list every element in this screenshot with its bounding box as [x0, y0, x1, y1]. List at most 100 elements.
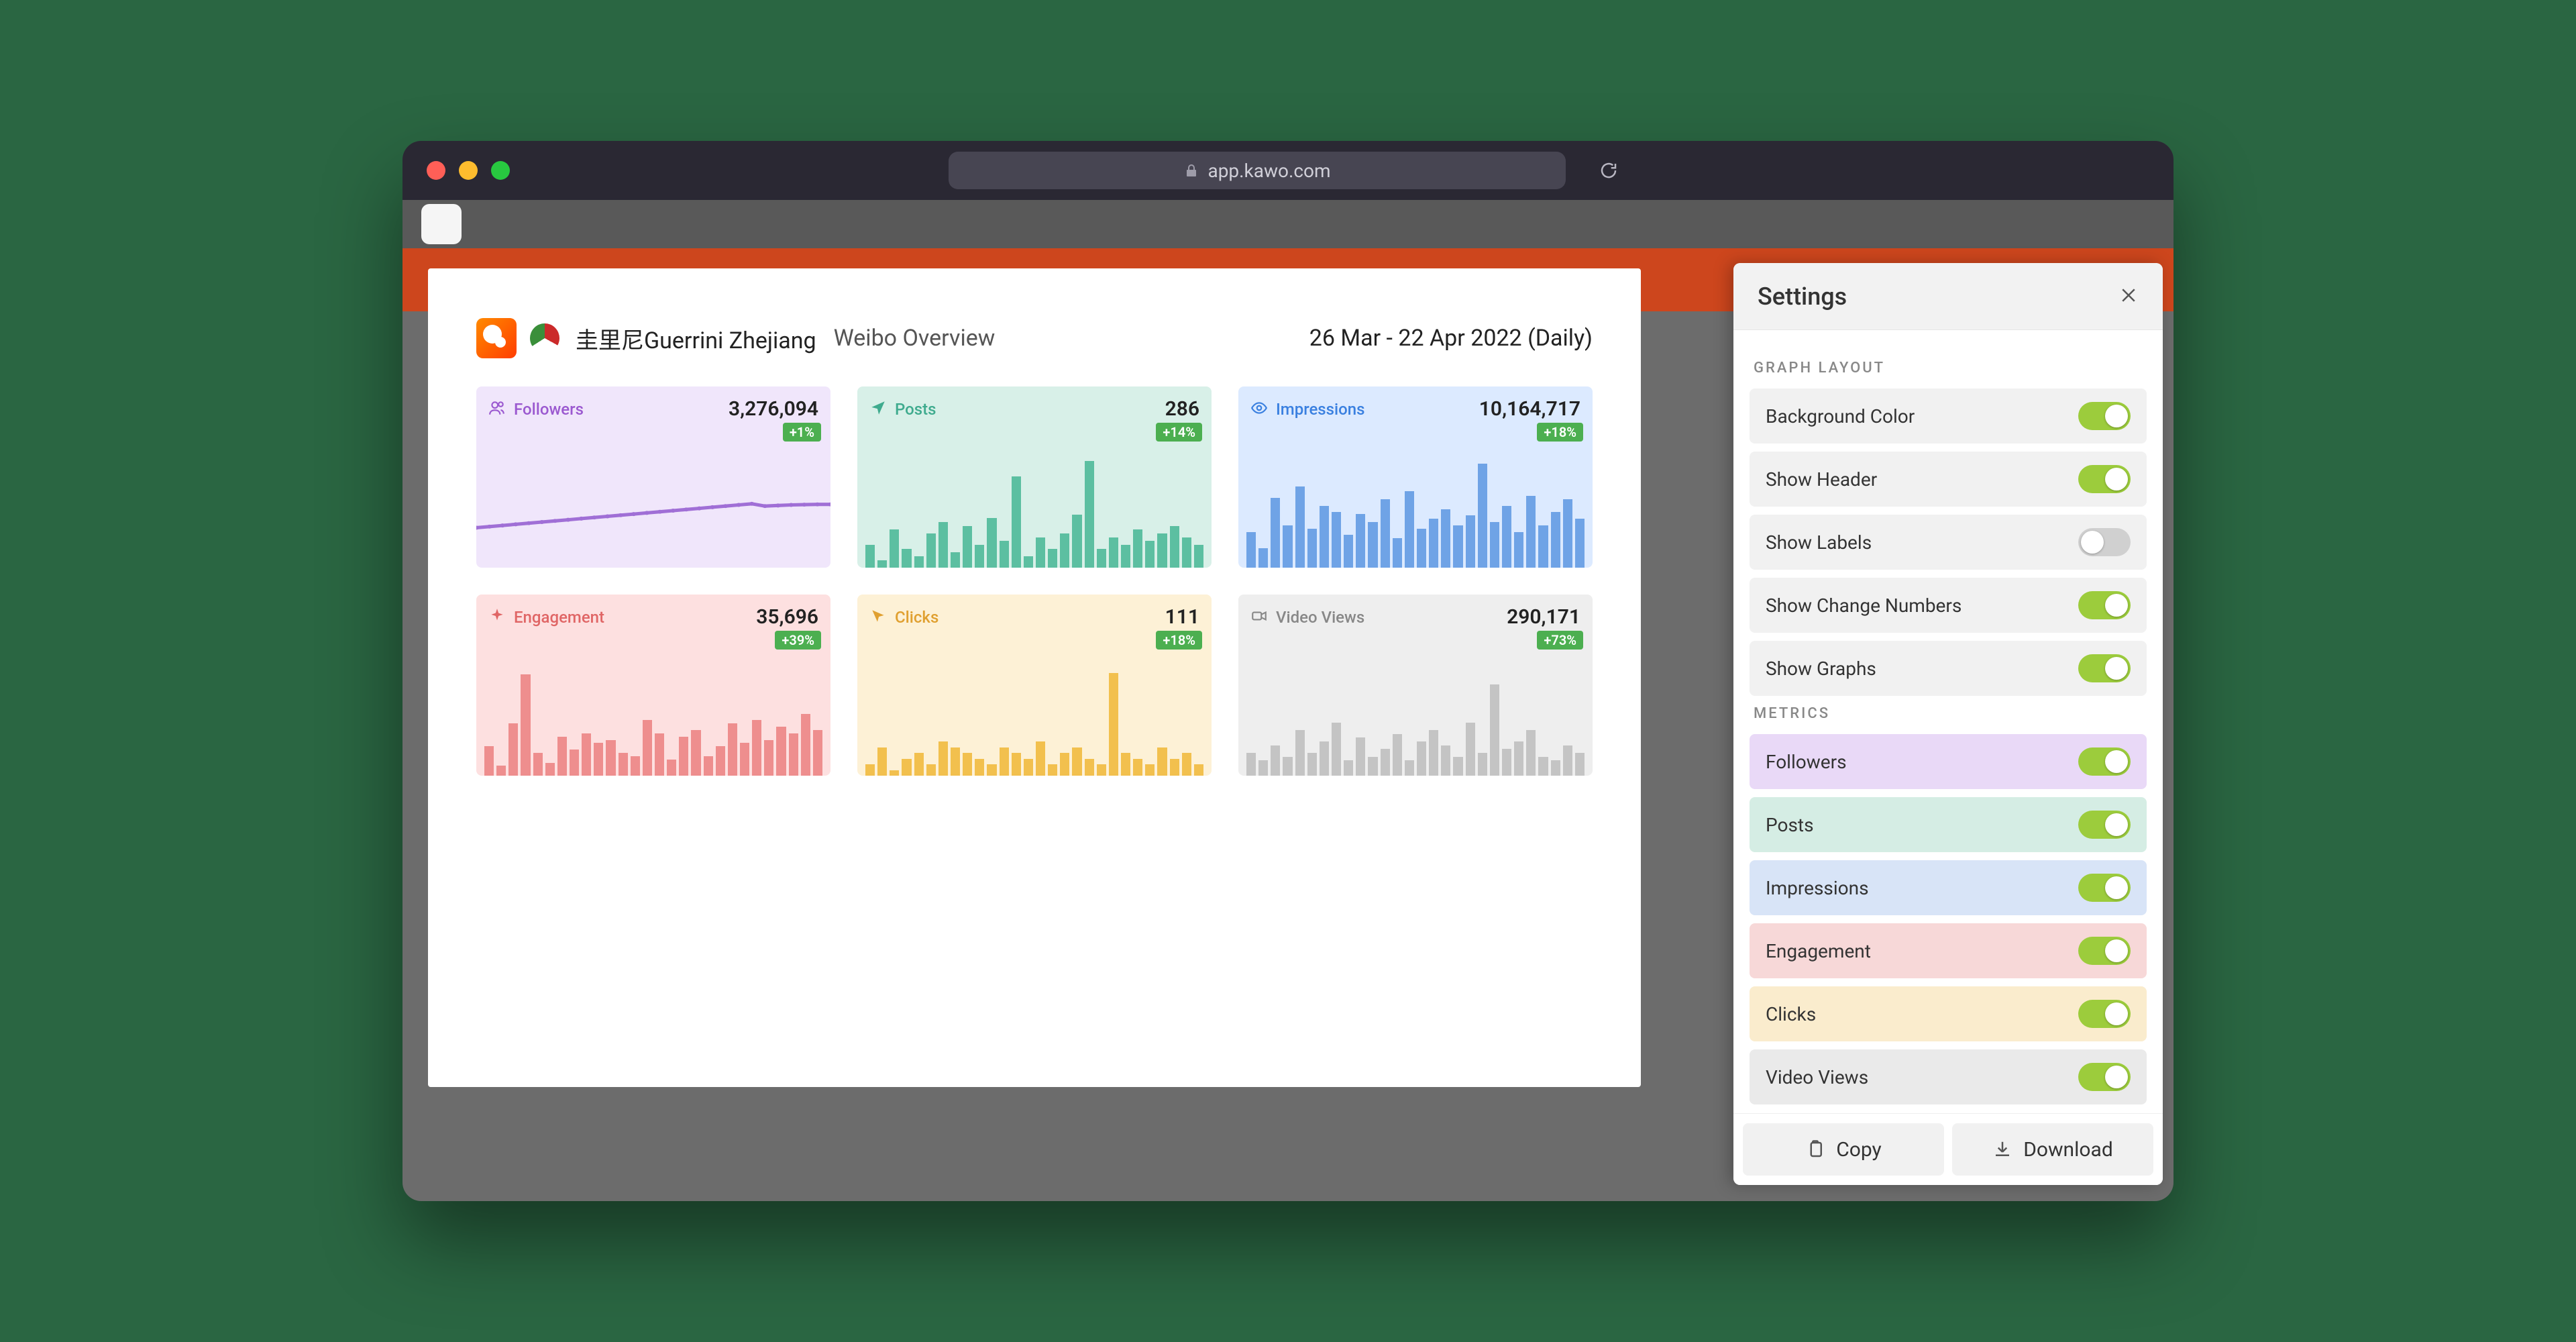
setting-label: Show Header	[1766, 468, 1877, 491]
metric-toggle-row: Followers	[1750, 734, 2147, 789]
metric-toggle-label: Followers	[1766, 751, 1847, 773]
overview-header: 圭里尼Guerrini Zhejiang Weibo Overview 26 M…	[476, 318, 1593, 358]
metric-toggle-row: Engagement	[1750, 923, 2147, 978]
metric-card-engagement: Engagement35,696+39%	[476, 595, 830, 776]
close-window-button[interactable]	[427, 161, 445, 180]
toggle-switch[interactable]	[2078, 1063, 2131, 1091]
metric-toggle-label: Posts	[1766, 814, 1814, 836]
setting-row: Show Header	[1750, 452, 2147, 507]
toggle-switch[interactable]	[2078, 528, 2131, 556]
reload-button[interactable]	[1590, 152, 1627, 189]
setting-row: Background Color	[1750, 389, 2147, 444]
metric-change-badge: +14%	[1156, 423, 1202, 442]
clipboard-icon	[1805, 1139, 1825, 1159]
metric-toggle-row: Video Views	[1750, 1049, 2147, 1104]
close-icon	[2118, 285, 2139, 305]
lock-icon	[1183, 162, 1199, 178]
download-icon	[1992, 1139, 2012, 1159]
metric-toggle-label: Clicks	[1766, 1003, 1816, 1025]
users-icon	[488, 399, 506, 419]
metric-label: Followers	[514, 400, 584, 419]
toggle-switch[interactable]	[2078, 937, 2131, 965]
setting-label: Background Color	[1766, 405, 1915, 427]
metric-change-badge: +1%	[783, 423, 821, 442]
metric-change-badge: +18%	[1156, 631, 1202, 650]
copy-button-label: Copy	[1836, 1138, 1882, 1162]
setting-row: Show Graphs	[1750, 641, 2147, 696]
metric-bar-chart	[476, 662, 830, 776]
reload-icon	[1599, 160, 1619, 180]
overview-title: Weibo Overview	[834, 325, 996, 352]
settings-footer: Copy Download	[1733, 1113, 2163, 1185]
metric-label: Engagement	[514, 608, 604, 627]
metric-change-badge: +73%	[1537, 631, 1583, 650]
download-button[interactable]: Download	[1952, 1123, 2153, 1176]
metric-change-badge: +18%	[1537, 423, 1583, 442]
metric-grid: Followers 3,276,094 +1% Posts 286 +14% Impress…	[476, 386, 1593, 776]
metric-value: 290,171	[1507, 605, 1580, 629]
metric-card-clicks: Clicks 111 +18%	[857, 595, 1212, 776]
address-bar-text: app.kawo.com	[1208, 160, 1330, 182]
close-settings-button[interactable]	[2118, 285, 2139, 308]
toggle-switch[interactable]	[2078, 747, 2131, 776]
modal-backdrop: 圭里尼Guerrini Zhejiang Weibo Overview 26 M…	[402, 248, 2174, 1201]
toggle-switch[interactable]	[2078, 654, 2131, 682]
metric-label: Clicks	[895, 608, 938, 627]
metric-label: Posts	[895, 400, 936, 419]
toggle-switch[interactable]	[2078, 402, 2131, 430]
toggle-switch[interactable]	[2078, 874, 2131, 902]
metric-value: 3,276,094	[729, 397, 818, 421]
minimize-window-button[interactable]	[459, 161, 478, 180]
settings-title: Settings	[1758, 282, 1847, 311]
download-button-label: Download	[2023, 1138, 2113, 1162]
browser-window: app.kawo.com 圭里尼Guerrini Zhejiang Weibo …	[402, 141, 2174, 1201]
settings-body: GRAPH LAYOUT Background Color Show Header…	[1733, 330, 2163, 1113]
metric-line-chart	[476, 454, 830, 568]
metric-toggle-row: Impressions	[1750, 860, 2147, 915]
setting-row: Show Change Numbers	[1750, 578, 2147, 633]
overview-canvas: 圭里尼Guerrini Zhejiang Weibo Overview 26 M…	[428, 268, 1641, 1087]
setting-label: Show Change Numbers	[1766, 595, 1962, 617]
metric-bar-chart	[857, 454, 1212, 568]
toggle-switch[interactable]	[2078, 465, 2131, 493]
metric-card-followers: Followers 3,276,094 +1%	[476, 386, 830, 568]
metric-value: 111	[1165, 605, 1199, 629]
brand-logo-icon	[530, 323, 559, 353]
setting-row: Show Labels	[1750, 515, 2147, 570]
settings-panel: Settings GRAPH LAYOUT Background Color Sh…	[1733, 263, 2163, 1185]
maximize-window-button[interactable]	[491, 161, 510, 180]
metric-bar-chart	[1238, 662, 1593, 776]
metric-card-impressions: Impressions 10,164,717 +18%	[1238, 386, 1593, 568]
toggle-switch[interactable]	[2078, 1000, 2131, 1028]
metric-toggle-label: Engagement	[1766, 940, 1871, 962]
metric-value: 10,164,717	[1479, 397, 1580, 421]
metric-toggle-row: Clicks	[1750, 986, 2147, 1041]
account-name: 圭里尼Guerrini Zhejiang	[576, 322, 816, 355]
address-bar[interactable]: app.kawo.com	[949, 152, 1566, 189]
toggle-switch[interactable]	[2078, 591, 2131, 619]
metric-value: 35,696	[756, 605, 818, 629]
metric-toggle-label: Impressions	[1766, 877, 1869, 899]
metric-label: Video Views	[1276, 608, 1364, 627]
metric-toggle-row: Posts	[1750, 797, 2147, 852]
setting-label: Show Graphs	[1766, 658, 1876, 680]
toggle-switch[interactable]	[2078, 811, 2131, 839]
metric-card-videoviews: Video Views 290,171 +73%	[1238, 595, 1593, 776]
metric-value: 286	[1165, 397, 1199, 421]
send-icon	[869, 399, 887, 419]
metric-bar-chart	[857, 662, 1212, 776]
cursor-icon	[869, 607, 887, 627]
copy-button[interactable]: Copy	[1743, 1123, 1944, 1176]
metric-card-posts: Posts 286 +14%	[857, 386, 1212, 568]
metric-label: Impressions	[1276, 400, 1364, 419]
sparkle-icon	[488, 607, 506, 627]
weibo-logo-icon	[476, 318, 517, 358]
settings-header: Settings	[1733, 263, 2163, 330]
metric-bar-chart	[1238, 454, 1593, 568]
app-topbar	[402, 200, 2174, 248]
section-label-graph-layout: GRAPH LAYOUT	[1754, 360, 2143, 376]
titlebar: app.kawo.com	[402, 141, 2174, 200]
date-range: 26 Mar - 22 Apr 2022 (Daily)	[1309, 325, 1593, 352]
app-logo	[421, 204, 462, 244]
section-label-metrics: METRICS	[1754, 705, 2143, 722]
